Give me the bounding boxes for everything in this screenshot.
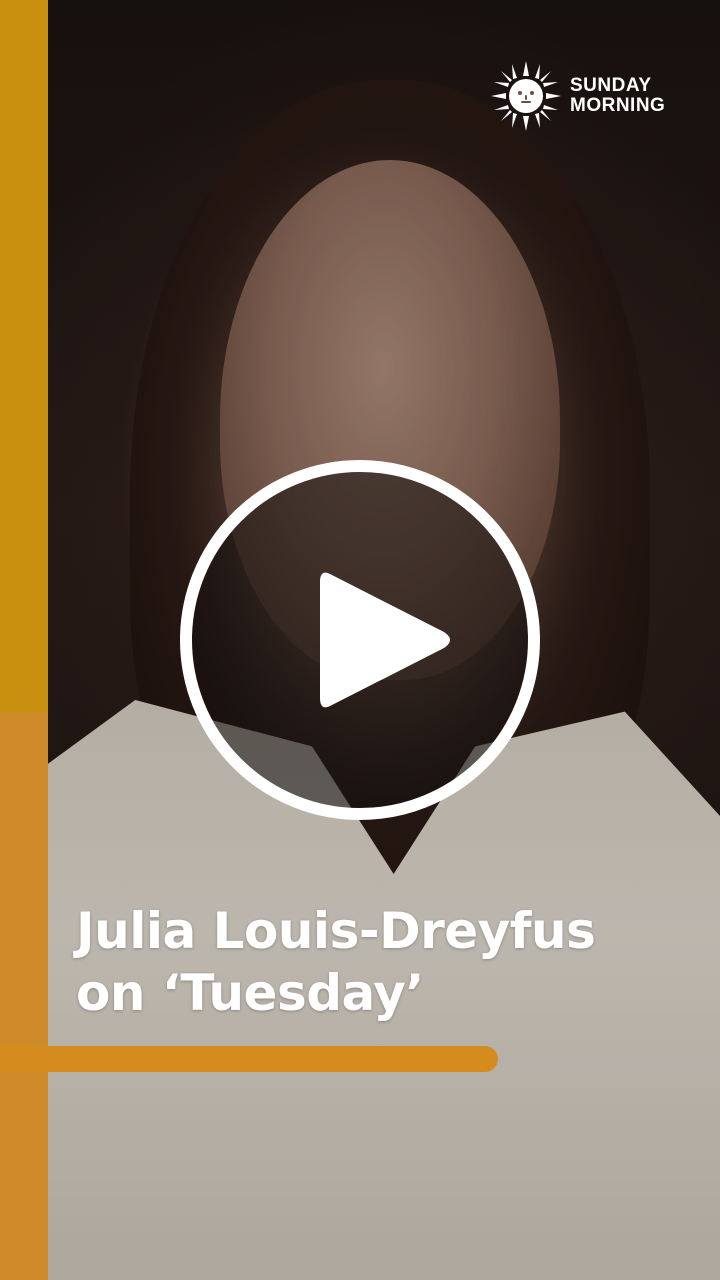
sun-icon: [491, 61, 561, 131]
headline-line-1: Julia Louis-Dreyfus: [76, 902, 596, 960]
headline-underline-bar: [0, 1046, 498, 1072]
logo-line-2: MORNING: [570, 95, 666, 116]
logo-line-1: SUNDAY: [570, 75, 652, 96]
headline-line-2: on ‘Tuesday’: [76, 964, 424, 1022]
play-icon: [320, 572, 450, 708]
sunday-morning-logo: SUNDAY MORNING: [490, 60, 665, 132]
video-headline: Julia Louis-Dreyfus on ‘Tuesday’: [76, 900, 706, 1024]
play-button[interactable]: [180, 460, 540, 820]
logo-wordmark: SUNDAY MORNING: [570, 76, 665, 116]
lower-accent-panel: [0, 712, 48, 1280]
